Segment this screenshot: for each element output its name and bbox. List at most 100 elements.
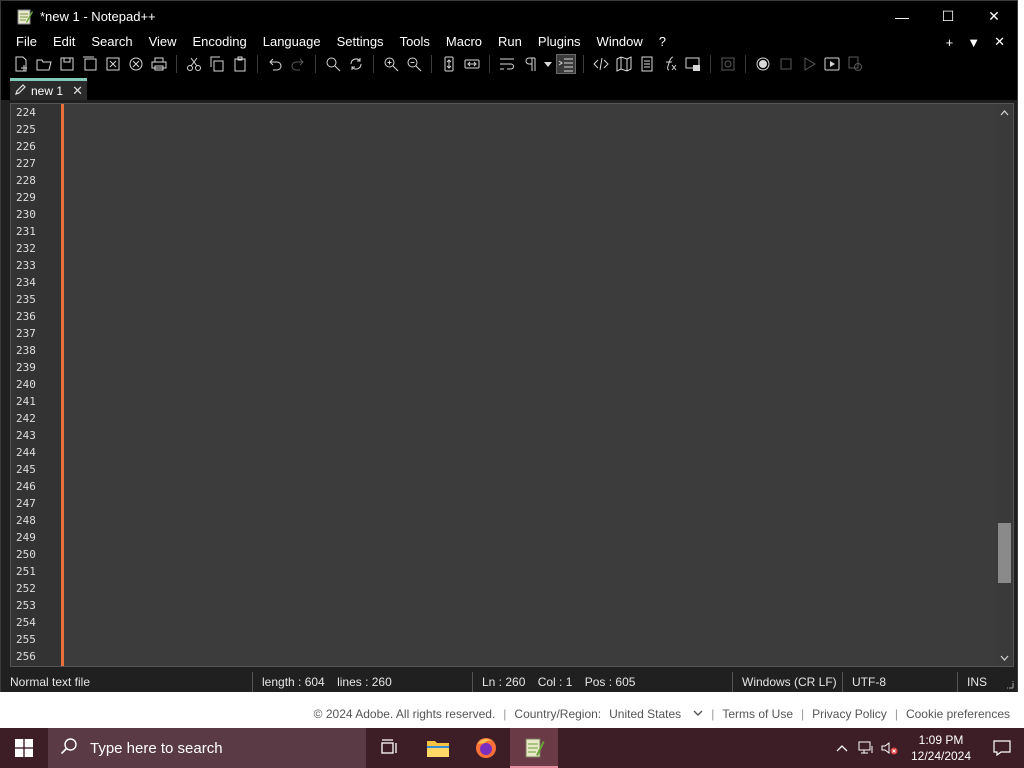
clock[interactable]: 1:09 PM 12/24/2024 <box>902 732 980 764</box>
privacy-link[interactable]: Privacy Policy <box>812 707 887 721</box>
line-number: 226 <box>16 140 36 153</box>
resize-grip-icon[interactable] <box>1002 672 1016 692</box>
sync-horizontal-icon[interactable] <box>462 54 482 74</box>
taskbar-search-box[interactable]: Type here to search <box>48 728 366 768</box>
status-insert-mode[interactable]: INS <box>957 672 1002 692</box>
terms-link[interactable]: Terms of Use <box>722 707 793 721</box>
tab-list-dropdown-button[interactable]: ▼ <box>967 35 980 50</box>
menu-edit[interactable]: Edit <box>44 32 82 52</box>
replace-icon[interactable] <box>346 54 366 74</box>
show-all-characters-icon[interactable] <box>520 54 540 74</box>
menu-help[interactable]: ? <box>650 32 673 52</box>
scroll-up-icon[interactable] <box>996 104 1013 121</box>
menu-tools[interactable]: Tools <box>391 32 437 52</box>
line-number: 224 <box>16 106 36 119</box>
line-number: 240 <box>16 378 36 391</box>
line-number: 254 <box>16 616 36 629</box>
notepadpp-icon <box>16 8 34 26</box>
clock-date: 12/24/2024 <box>910 749 972 763</box>
menu-language[interactable]: Language <box>254 32 328 52</box>
editor-pane[interactable]: 224 225 226 227 228 229 230 231 232 233 234 235 236 2… <box>10 103 1014 667</box>
title-bar[interactable]: *new 1 - Notepad++ — ☐ ✕ <box>1 1 1017 32</box>
save-macro-icon[interactable] <box>845 54 865 74</box>
zoom-in-icon[interactable] <box>381 54 401 74</box>
chevron-up-icon[interactable] <box>830 728 854 768</box>
close-button[interactable]: ✕ <box>971 1 1017 32</box>
chevron-down-icon[interactable] <box>693 709 703 720</box>
status-eol[interactable]: Windows (CR LF) <box>732 672 842 692</box>
save-icon[interactable] <box>57 54 77 74</box>
play-macro-icon[interactable] <box>799 54 819 74</box>
new-file-icon[interactable] <box>11 54 31 74</box>
line-number: 252 <box>16 582 36 595</box>
volume-muted-icon[interactable] <box>878 728 902 768</box>
cookie-link[interactable]: Cookie preferences <box>906 707 1010 721</box>
word-wrap-icon[interactable] <box>497 54 517 74</box>
line-number: 233 <box>16 259 36 272</box>
indent-guide-icon[interactable] <box>556 54 576 74</box>
undo-icon[interactable] <box>265 54 285 74</box>
code-language-icon[interactable] <box>591 54 611 74</box>
menu-settings[interactable]: Settings <box>328 32 391 52</box>
find-icon[interactable] <box>323 54 343 74</box>
paste-icon[interactable] <box>230 54 250 74</box>
scroll-thumb[interactable] <box>998 523 1011 583</box>
cut-icon[interactable] <box>184 54 204 74</box>
sync-vertical-icon[interactable] <box>439 54 459 74</box>
line-number-gutter: 224 225 226 227 228 229 230 231 232 233 234 235 236 2… <box>11 104 61 666</box>
close-all-icon[interactable] <box>126 54 146 74</box>
task-view-button[interactable] <box>366 728 414 768</box>
zoom-out-icon[interactable] <box>404 54 424 74</box>
menu-run[interactable]: Run <box>489 32 529 52</box>
menu-encoding[interactable]: Encoding <box>184 32 254 52</box>
redo-icon[interactable] <box>288 54 308 74</box>
toolbar <box>1 52 1017 76</box>
menu-view[interactable]: View <box>140 32 184 52</box>
network-icon[interactable] <box>854 728 878 768</box>
status-position: Ln : 260 Col : 1 Pos : 605 <box>472 672 732 692</box>
tab-bar: new 1 ✕ <box>1 76 1017 100</box>
print-icon[interactable] <box>149 54 169 74</box>
file-explorer-button[interactable] <box>414 728 462 768</box>
line-number: 248 <box>16 514 36 527</box>
save-all-icon[interactable] <box>80 54 100 74</box>
scroll-down-icon[interactable] <box>996 649 1013 666</box>
vertical-scrollbar[interactable] <box>996 104 1013 666</box>
document-map-icon[interactable] <box>614 54 634 74</box>
menu-plugins[interactable]: Plugins <box>529 32 588 52</box>
monitoring-icon[interactable] <box>718 54 738 74</box>
menu-macro[interactable]: Macro <box>437 32 489 52</box>
document-list-icon[interactable] <box>637 54 657 74</box>
close-document-button[interactable]: ✕ <box>994 34 1005 50</box>
record-macro-icon[interactable] <box>753 54 773 74</box>
minimize-button[interactable]: — <box>879 1 925 32</box>
function-list-icon[interactable] <box>660 54 680 74</box>
status-length: length : 604 <box>262 675 325 689</box>
menu-window[interactable]: Window <box>588 32 650 52</box>
line-number: 256 <box>16 650 36 663</box>
text-area[interactable] <box>67 104 997 666</box>
system-tray: 1:09 PM 12/24/2024 <box>830 728 1024 768</box>
open-folder-icon[interactable] <box>34 54 54 74</box>
start-button[interactable] <box>0 728 48 768</box>
notepadpp-taskbar-button[interactable] <box>510 728 558 768</box>
line-number: 249 <box>16 531 36 544</box>
folder-workspace-icon[interactable] <box>683 54 703 74</box>
menu-search[interactable]: Search <box>82 32 139 52</box>
menu-file[interactable]: File <box>7 32 44 52</box>
dropdown-arrow-icon[interactable] <box>543 54 553 74</box>
line-number: 230 <box>16 208 36 221</box>
firefox-button[interactable] <box>462 728 510 768</box>
tab-new-1[interactable]: new 1 ✕ <box>10 78 87 100</box>
stop-macro-icon[interactable] <box>776 54 796 74</box>
region-value[interactable]: United States <box>609 707 681 721</box>
run-macro-multiple-icon[interactable] <box>822 54 842 74</box>
close-file-icon[interactable] <box>103 54 123 74</box>
tab-close-icon[interactable]: ✕ <box>72 83 83 99</box>
new-tab-plus-button[interactable]: + <box>946 35 954 50</box>
line-number: 243 <box>16 429 36 442</box>
status-encoding[interactable]: UTF-8 <box>842 672 957 692</box>
maximize-button[interactable]: ☐ <box>925 1 971 32</box>
notification-button[interactable] <box>980 728 1024 768</box>
copy-icon[interactable] <box>207 54 227 74</box>
